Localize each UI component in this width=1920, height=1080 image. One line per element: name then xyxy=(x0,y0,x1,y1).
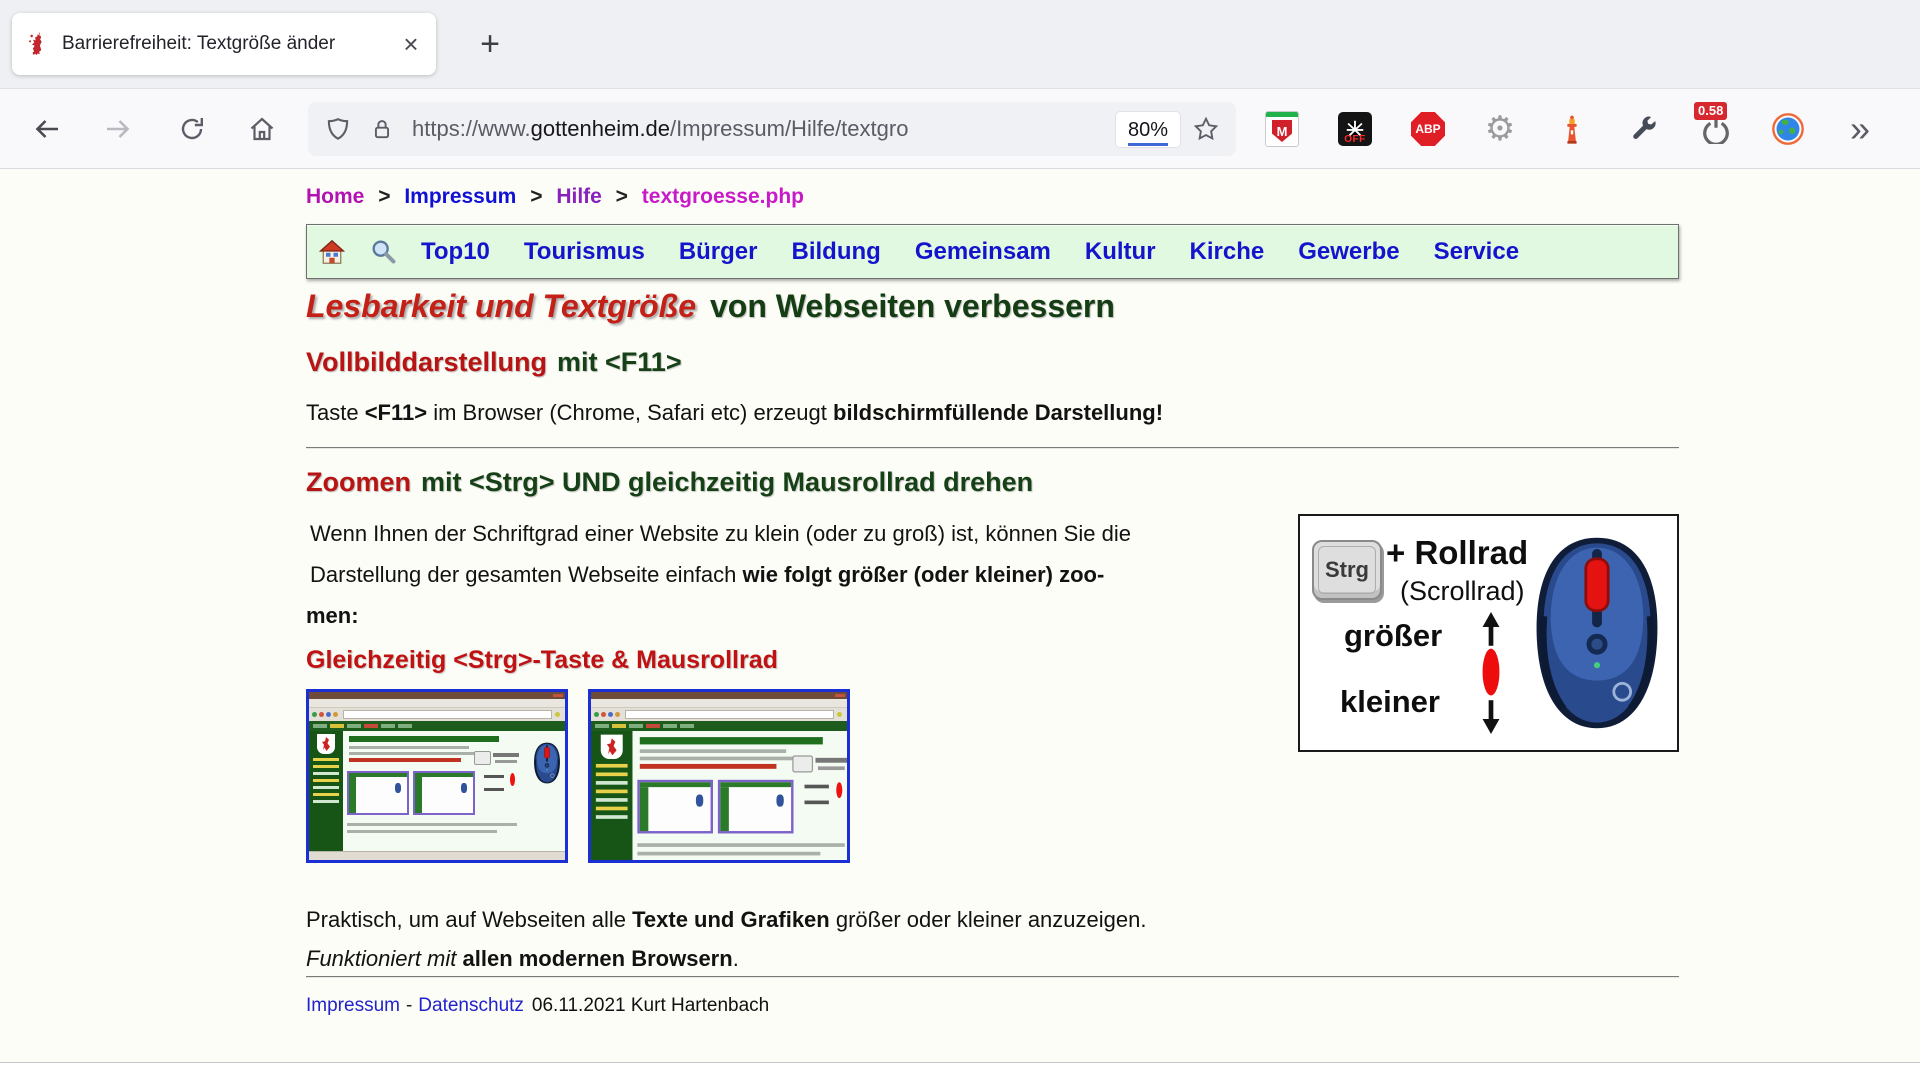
tab-title-fade xyxy=(338,19,390,69)
strg-rollrad-figure: Strg + Rollrad (Scrollrad) größer kleine… xyxy=(1298,514,1679,752)
scriptsafe-extension-icon[interactable]: OFF xyxy=(1331,105,1379,153)
back-button[interactable] xyxy=(24,106,70,152)
gear-extension-icon[interactable]: ⚙ xyxy=(1476,105,1524,153)
nav-item-gemeinsam[interactable]: Gemeinsam xyxy=(915,238,1051,266)
scroll-direction-arrows xyxy=(1478,612,1504,734)
adblock-plus-extension-icon[interactable]: ABP xyxy=(1404,105,1452,153)
datenschutz-link[interactable]: Datenschutz xyxy=(418,995,524,1016)
screenshot-thumbnail-2 xyxy=(588,689,850,863)
nav-item-top10[interactable]: Top10 xyxy=(421,238,490,266)
below-window-area xyxy=(0,1063,1920,1080)
closing-paragraph-line1: Praktisch, um auf Webseiten alle Texte u… xyxy=(306,907,1146,933)
extension-counter-badge: 0.58 xyxy=(1694,102,1727,120)
nav-item-gewerbe[interactable]: Gewerbe xyxy=(1298,238,1399,266)
lock-icon[interactable] xyxy=(360,107,404,151)
home-house-icon[interactable] xyxy=(317,237,347,267)
plus-rollrad-label: + Rollrad xyxy=(1386,534,1528,572)
divider xyxy=(306,447,1679,448)
tracking-shield-icon[interactable] xyxy=(316,107,360,151)
groesser-label: größer xyxy=(1344,618,1442,654)
site-favicon-lion-icon xyxy=(24,31,50,57)
zoom-level-button[interactable]: 80% xyxy=(1116,112,1180,147)
zoom-section-heading: Zoomenmit <Strg> UND gleichzeitig Mausro… xyxy=(306,467,1033,498)
url-fade xyxy=(1022,102,1112,156)
url-bar[interactable]: https://www.gottenheim.de/Impressum/Hilf… xyxy=(308,102,1236,156)
globe-extension-icon[interactable] xyxy=(1764,105,1812,153)
new-tab-button[interactable]: + xyxy=(466,20,514,68)
page-footer: Impressum-Datenschutz06.11.2021 Kurt Har… xyxy=(306,995,769,1017)
fullscreen-paragraph: Taste <F11> im Browser (Chrome, Safari e… xyxy=(306,400,1163,426)
kleiner-label: kleiner xyxy=(1340,684,1440,720)
strg-key-graphic: Strg xyxy=(1312,540,1382,600)
page-content: Home > Impressum > Hilfe > textgroesse.p… xyxy=(0,169,1920,1062)
footer-date-author: 06.11.2021 Kurt Hartenbach xyxy=(532,995,769,1016)
breadcrumb-impressum-link[interactable]: Impressum xyxy=(404,185,516,208)
strg-mausrollrad-subheading: Gleichzeitig <Strg>-Taste & Mausrollrad xyxy=(306,646,778,675)
tab-close-icon[interactable]: × xyxy=(394,27,428,61)
browser-tab[interactable]: Barrierefreiheit: Textgröße änder × xyxy=(12,13,436,75)
screenshot-thumbnail-1 xyxy=(306,689,568,863)
lighthouse-extension-icon[interactable] xyxy=(1548,105,1596,153)
overflow-menu-chevron-icon[interactable]: » xyxy=(1836,105,1884,153)
nav-item-kultur[interactable]: Kultur xyxy=(1085,238,1156,266)
nav-item-tourismus[interactable]: Tourismus xyxy=(524,238,645,266)
webadvisor-extension-icon[interactable]: M xyxy=(1258,105,1306,153)
breadcrumb-current-page: textgroesse.php xyxy=(642,185,804,208)
forward-button[interactable] xyxy=(95,106,141,152)
tab-strip: Barrierefreiheit: Textgröße änder × + xyxy=(0,0,1920,89)
mouse-graphic xyxy=(1527,524,1667,742)
scrollrad-label: (Scrollrad) xyxy=(1400,576,1525,607)
navigation-toolbar: https://www.gottenheim.de/Impressum/Hilf… xyxy=(0,89,1920,169)
zoom-paragraph-line1: Wenn Ihnen der Schriftgrad einer Website… xyxy=(310,521,1131,547)
nav-item-kirche[interactable]: Kirche xyxy=(1190,238,1265,266)
nav-item-buerger[interactable]: Bürger xyxy=(679,238,758,266)
wrench-extension-icon[interactable] xyxy=(1620,105,1668,153)
divider xyxy=(306,976,1679,977)
home-button[interactable] xyxy=(239,106,285,152)
breadcrumb-home-link[interactable]: Home xyxy=(306,185,364,208)
zoom-paragraph-line2: Darstellung der gesamten Webseite einfac… xyxy=(310,562,1104,588)
breadcrumb-hilfe-link[interactable]: Hilfe xyxy=(556,185,602,208)
page-title: Lesbarkeit und Textgrößevon Webseiten ve… xyxy=(306,288,1115,325)
nav-item-service[interactable]: Service xyxy=(1434,238,1519,266)
fullscreen-section-heading: Vollbilddarstellungmit <F11> xyxy=(306,347,682,378)
breadcrumb: Home > Impressum > Hilfe > textgroesse.p… xyxy=(306,185,804,209)
zoom-paragraph-line3: men: xyxy=(306,603,359,629)
url-text[interactable]: https://www.gottenheim.de/Impressum/Hilf… xyxy=(412,102,1112,156)
search-icon[interactable] xyxy=(369,237,399,267)
impressum-link[interactable]: Impressum xyxy=(306,995,400,1016)
power-extension-icon[interactable]: 0.58 xyxy=(1692,105,1740,153)
site-menu-bar: Top10 Tourismus Bürger Bildung Gemeinsam… xyxy=(306,224,1679,279)
bookmark-star-icon[interactable] xyxy=(1184,107,1228,151)
closing-paragraph-line2: Funktioniert mit allen modernen Browsern… xyxy=(306,946,739,972)
reload-button[interactable] xyxy=(169,106,215,152)
nav-item-bildung[interactable]: Bildung xyxy=(792,238,881,266)
